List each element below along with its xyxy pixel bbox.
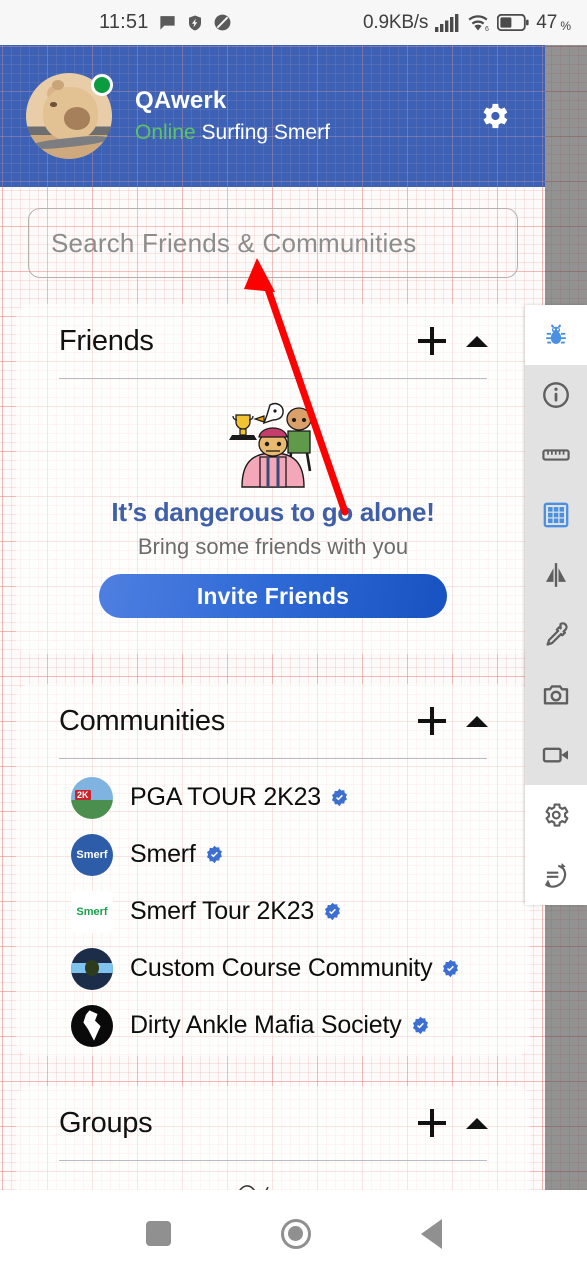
pga-tour-avatar: 2K <box>71 776 113 819</box>
friends-section: Friends It’s dangerous to go alone! Brin… <box>16 304 530 654</box>
status-badge: Online <box>135 121 196 144</box>
circle-slash-icon <box>213 13 232 32</box>
avatar-label: Smerf <box>76 848 108 861</box>
status-bar-right: 0.9KB/s 6 47 % <box>363 0 575 45</box>
bug-icon[interactable] <box>525 305 587 365</box>
signal-bars-icon <box>435 13 459 32</box>
header-status-text: Surfing Smerf <box>201 121 330 144</box>
mirror-icon[interactable] <box>525 545 587 605</box>
online-status-dot <box>91 74 113 96</box>
friends-illustration <box>229 402 312 488</box>
avatar[interactable] <box>26 73 113 159</box>
avatar-label: Smerf <box>76 905 108 918</box>
community-name: Dirty Ankle Mafia Society <box>130 1011 402 1039</box>
status-bar: 11:51 0.9KB/s 6 47 % <box>0 0 587 45</box>
avatar-label: 2K <box>75 789 91 800</box>
circle-icon[interactable] <box>280 1218 311 1249</box>
communities-actions <box>418 707 488 735</box>
eyedropper-icon[interactable] <box>525 605 587 665</box>
battery-percent: 47 <box>536 11 558 33</box>
communities-section: Communities 2K PGA TOUR 2K23 Smerf Smerf <box>16 684 530 1056</box>
collapse-friends-button[interactable] <box>466 335 488 347</box>
community-name: Smerf <box>130 840 196 868</box>
groups-divider <box>59 1160 487 1161</box>
verified-badge-icon <box>323 902 342 921</box>
verified-badge-icon <box>205 845 224 864</box>
info-icon[interactable] <box>525 365 587 425</box>
ruler-icon[interactable] <box>525 425 587 485</box>
add-friend-button[interactable] <box>418 327 446 355</box>
list-item[interactable]: Smerf Smerf Tour 2K23 <box>16 883 530 940</box>
empty-state-subtitle: Bring some friends with you <box>137 534 409 559</box>
rotate-icon[interactable] <box>525 845 587 905</box>
phone-screen: 11:51 0.9KB/s 6 47 % QAwerk Online Surfi… <box>0 0 587 1277</box>
battery-percent-unit: % <box>560 18 571 33</box>
friends-empty-state: It’s dangerous to go alone! Bring some f… <box>16 379 530 618</box>
community-name: Smerf Tour 2K23 <box>130 897 315 925</box>
community-name: Custom Course Community <box>130 954 433 982</box>
smerf-avatar: Smerf <box>71 833 113 876</box>
wifi-icon: 6 <box>466 13 490 32</box>
triangle-back-icon[interactable] <box>420 1218 442 1249</box>
verified-badge-icon <box>441 959 460 978</box>
communities-title: Communities <box>59 704 225 737</box>
collapse-communities-button[interactable] <box>466 715 488 727</box>
community-name: PGA TOUR 2K23 <box>130 783 322 811</box>
gear-icon[interactable] <box>477 99 511 133</box>
collapse-groups-button[interactable] <box>466 1117 488 1129</box>
empty-state-title: It’s dangerous to go alone! <box>111 497 435 527</box>
app-header: QAwerk Online Surfing Smerf <box>0 45 545 187</box>
square-icon[interactable] <box>145 1221 171 1246</box>
search-placeholder: Search Friends & Communities <box>51 227 417 258</box>
smerf-tour-avatar: Smerf <box>71 890 113 933</box>
status-bar-left: 11:51 <box>99 11 232 34</box>
list-item[interactable]: 2K PGA TOUR 2K23 <box>16 769 530 826</box>
network-speed: 0.9KB/s <box>363 11 429 33</box>
status-time: 11:51 <box>99 11 149 33</box>
verified-badge-icon <box>411 1016 430 1035</box>
grid-icon[interactable] <box>525 485 587 545</box>
groups-actions <box>418 1109 488 1137</box>
dirty-ankle-avatar <box>71 1004 113 1047</box>
header-text-block: QAwerk Online Surfing Smerf <box>135 87 330 145</box>
search-input[interactable]: Search Friends & Communities <box>28 208 518 278</box>
add-community-button[interactable] <box>418 707 446 735</box>
add-group-button[interactable] <box>418 1109 446 1137</box>
groups-section: Groups <box>16 1086 530 1206</box>
list-item[interactable]: Dirty Ankle Mafia Society <box>16 997 530 1054</box>
communities-header: Communities <box>16 684 530 758</box>
gear-icon[interactable] <box>525 785 587 845</box>
friends-header: Friends <box>16 304 530 378</box>
list-item[interactable]: Custom Course Community <box>16 940 530 997</box>
system-navigation-bar <box>0 1190 587 1277</box>
friends-actions <box>418 327 488 355</box>
shield-icon <box>186 14 204 32</box>
friends-title: Friends <box>59 324 154 357</box>
invite-friends-button[interactable]: Invite Friends <box>99 574 447 618</box>
communities-list: 2K PGA TOUR 2K23 Smerf Smerf Smerf Smerf… <box>16 759 530 1054</box>
header-status-line: Online Surfing Smerf <box>135 121 330 145</box>
camera-icon[interactable] <box>525 665 587 725</box>
verified-badge-icon <box>330 788 349 807</box>
svg-text:6: 6 <box>485 26 489 32</box>
groups-title: Groups <box>59 1106 153 1139</box>
battery-icon <box>497 14 529 31</box>
inspector-toolbar <box>525 305 587 905</box>
groups-header: Groups <box>16 1086 530 1160</box>
list-item[interactable]: Smerf Smerf <box>16 826 530 883</box>
custom-course-avatar <box>71 947 113 990</box>
page-title: QAwerk <box>135 87 227 114</box>
chat-bubble-icon <box>158 13 177 32</box>
video-icon[interactable] <box>525 725 587 785</box>
